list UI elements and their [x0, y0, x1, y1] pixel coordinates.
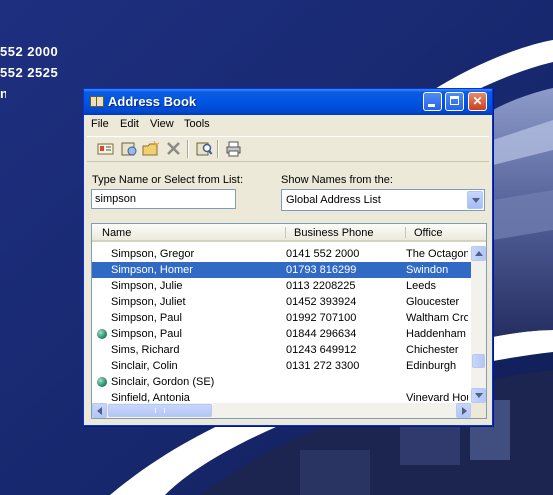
contact-name: Simpson, Paul	[111, 312, 182, 324]
menu-tools[interactable]: Tools	[184, 118, 210, 130]
contact-name: Sinfield, Antonia	[111, 392, 190, 403]
office: Haddenham	[406, 328, 466, 340]
office: Gloucester	[406, 296, 460, 308]
list-item[interactable]: Simpson, Homer 01793 816299 Swindon	[92, 262, 471, 278]
new-folder-button[interactable]	[142, 140, 160, 157]
delete-button[interactable]	[165, 141, 183, 157]
list-rows: Simpson, Gregor 0141 552 2000 The Octagon S…	[92, 246, 471, 403]
search-label: Type Name or Select from List:	[92, 174, 243, 186]
list-item[interactable]: Sinclair, Gordon (SE)	[92, 374, 471, 390]
background-text-fragment: n	[0, 86, 6, 98]
business-phone: 0131 272 3300	[286, 360, 360, 372]
find-people-button[interactable]	[195, 141, 213, 157]
scroll-up-button[interactable]	[471, 246, 486, 261]
contact-name: Simpson, Gregor	[111, 248, 195, 260]
contact-name: Sims, Richard	[111, 344, 180, 356]
column-divider[interactable]	[285, 227, 286, 238]
business-phone: 01452 393924	[286, 296, 357, 308]
properties-button[interactable]	[120, 141, 138, 157]
background-phone-2: 552 2525	[0, 65, 59, 80]
menu-file[interactable]: File	[91, 118, 109, 130]
list-item[interactable]: Sims, Richard 01243 649912 Chichester	[92, 342, 471, 358]
contact-name: Simpson, Juliet	[111, 296, 186, 308]
address-list-label: Show Names from the:	[281, 174, 393, 186]
column-office[interactable]: Office	[414, 227, 443, 239]
list-item[interactable]: Simpson, Paul 01992 707100 Waltham Cros	[92, 310, 471, 326]
title-bar[interactable]: Address Book ✕	[84, 89, 492, 115]
background-phone-1: 552 2000	[0, 44, 59, 59]
new-contact-button[interactable]	[97, 141, 115, 157]
contact-name: Sinclair, Colin	[111, 360, 178, 372]
scrollbar-corner	[471, 403, 486, 418]
office: Waltham Cros	[406, 312, 468, 324]
print-button[interactable]	[225, 141, 243, 157]
new-contact-icon	[97, 143, 114, 155]
contact-name: Simpson, Homer	[111, 264, 193, 276]
office: The Octagon	[406, 248, 468, 260]
window-title: Address Book	[108, 94, 197, 109]
maximize-button[interactable]	[445, 92, 464, 111]
menu-bar: File Edit View Tools	[84, 115, 492, 134]
business-phone: 01243 649912	[286, 344, 357, 356]
horizontal-scrollbar[interactable]	[92, 403, 471, 418]
scroll-left-button[interactable]	[92, 403, 107, 418]
contact-name: Simpson, Julie	[111, 280, 183, 292]
office: Chichester	[406, 344, 459, 356]
globe-icon	[97, 329, 107, 339]
find-people-icon	[196, 142, 213, 156]
new-folder-icon	[142, 140, 160, 156]
menu-view[interactable]: View	[150, 118, 174, 130]
business-phone: 0141 552 2000	[286, 248, 360, 260]
list-header: Name Business Phone Office	[92, 224, 486, 242]
list-item[interactable]: Simpson, Paul 01844 296634 Haddenham	[92, 326, 471, 342]
delete-icon	[167, 142, 180, 155]
address-book-window: Address Book ✕ File Edit View Tools Type…	[83, 88, 493, 426]
contact-name: Sinclair, Gordon (SE)	[111, 376, 215, 388]
print-icon	[226, 141, 241, 157]
address-list-dropdown[interactable]: Global Address List	[281, 189, 485, 211]
office: Vinevard Hou	[406, 392, 468, 403]
business-phone: 01992 707100	[286, 312, 357, 324]
list-item[interactable]: Simpson, Juliet 01452 393924 Gloucester	[92, 294, 471, 310]
search-input[interactable]	[91, 189, 236, 209]
column-business-phone[interactable]: Business Phone	[294, 227, 374, 239]
globe-icon	[97, 377, 107, 387]
business-phone: 01844 296634	[286, 328, 357, 340]
scroll-down-button[interactable]	[471, 388, 486, 403]
toolbar-separator	[217, 140, 219, 158]
horizontal-scroll-thumb[interactable]	[108, 404, 212, 417]
office: Leeds	[406, 280, 436, 292]
address-book-icon	[90, 96, 104, 107]
close-icon: ✕	[472, 94, 483, 108]
menu-edit[interactable]: Edit	[120, 118, 139, 130]
office: Edinburgh	[406, 360, 457, 372]
business-phone: 01793 816299	[286, 264, 357, 276]
list-item[interactable]: Simpson, Julie 0113 2208225 Leeds	[92, 278, 471, 294]
vertical-scroll-thumb[interactable]	[472, 354, 485, 368]
toolbar-separator	[187, 140, 189, 158]
properties-icon	[121, 142, 137, 156]
chevron-down-icon[interactable]	[467, 191, 483, 209]
office: Swindon	[406, 264, 449, 276]
close-button[interactable]: ✕	[468, 92, 487, 111]
list-item[interactable]: Sinclair, Colin 0131 272 3300 Edinburgh	[92, 358, 471, 374]
scroll-right-button[interactable]	[456, 403, 471, 418]
contact-name: Simpson, Paul	[111, 328, 182, 340]
toolbar	[87, 136, 489, 162]
minimize-button[interactable]	[423, 92, 442, 111]
contacts-list: Name Business Phone Office Simpson, Greg…	[91, 223, 487, 419]
list-item[interactable]: Simpson, Gregor 0141 552 2000 The Octagon	[92, 246, 471, 262]
address-list-value: Global Address List	[286, 194, 381, 206]
business-phone: 0113 2208225	[286, 280, 356, 292]
vertical-scrollbar[interactable]	[471, 246, 486, 403]
column-divider[interactable]	[405, 227, 406, 238]
column-name[interactable]: Name	[102, 227, 131, 239]
list-item[interactable]: Sinfield, Antonia Vinevard Hou	[92, 390, 471, 403]
